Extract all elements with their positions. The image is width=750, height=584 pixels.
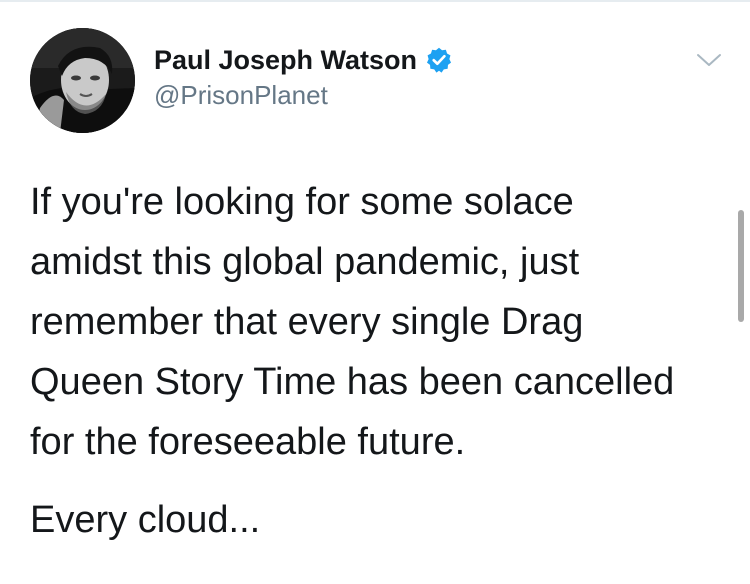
avatar[interactable] [30, 28, 135, 133]
scrollbar[interactable] [738, 210, 744, 322]
divider [0, 0, 750, 2]
tweet-line: amidst this global pandemic, just [30, 241, 580, 283]
handle[interactable]: @PrisonPlanet [154, 80, 328, 111]
chevron-down-icon[interactable] [694, 50, 724, 70]
tweet-line: for the foreseeable future. [30, 421, 466, 463]
verified-badge-icon [427, 47, 452, 73]
tweet-paragraph: If you're looking for some solace amidst… [30, 172, 730, 472]
tweet-card: Paul Joseph Watson @PrisonPlanet If you'… [0, 0, 750, 584]
tweet-line: remember that every single Drag [30, 301, 584, 343]
name-row: Paul Joseph Watson [154, 43, 453, 77]
display-name[interactable]: Paul Joseph Watson [154, 45, 417, 76]
tweet-closing: Every cloud... [30, 499, 261, 541]
tweet-line: Queen Story Time has been cancelled [30, 361, 675, 403]
tweet-line: If you're looking for some solace [30, 181, 574, 223]
tweet-text: If you're looking for some solace amidst… [30, 172, 730, 550]
profile-photo [30, 28, 135, 133]
